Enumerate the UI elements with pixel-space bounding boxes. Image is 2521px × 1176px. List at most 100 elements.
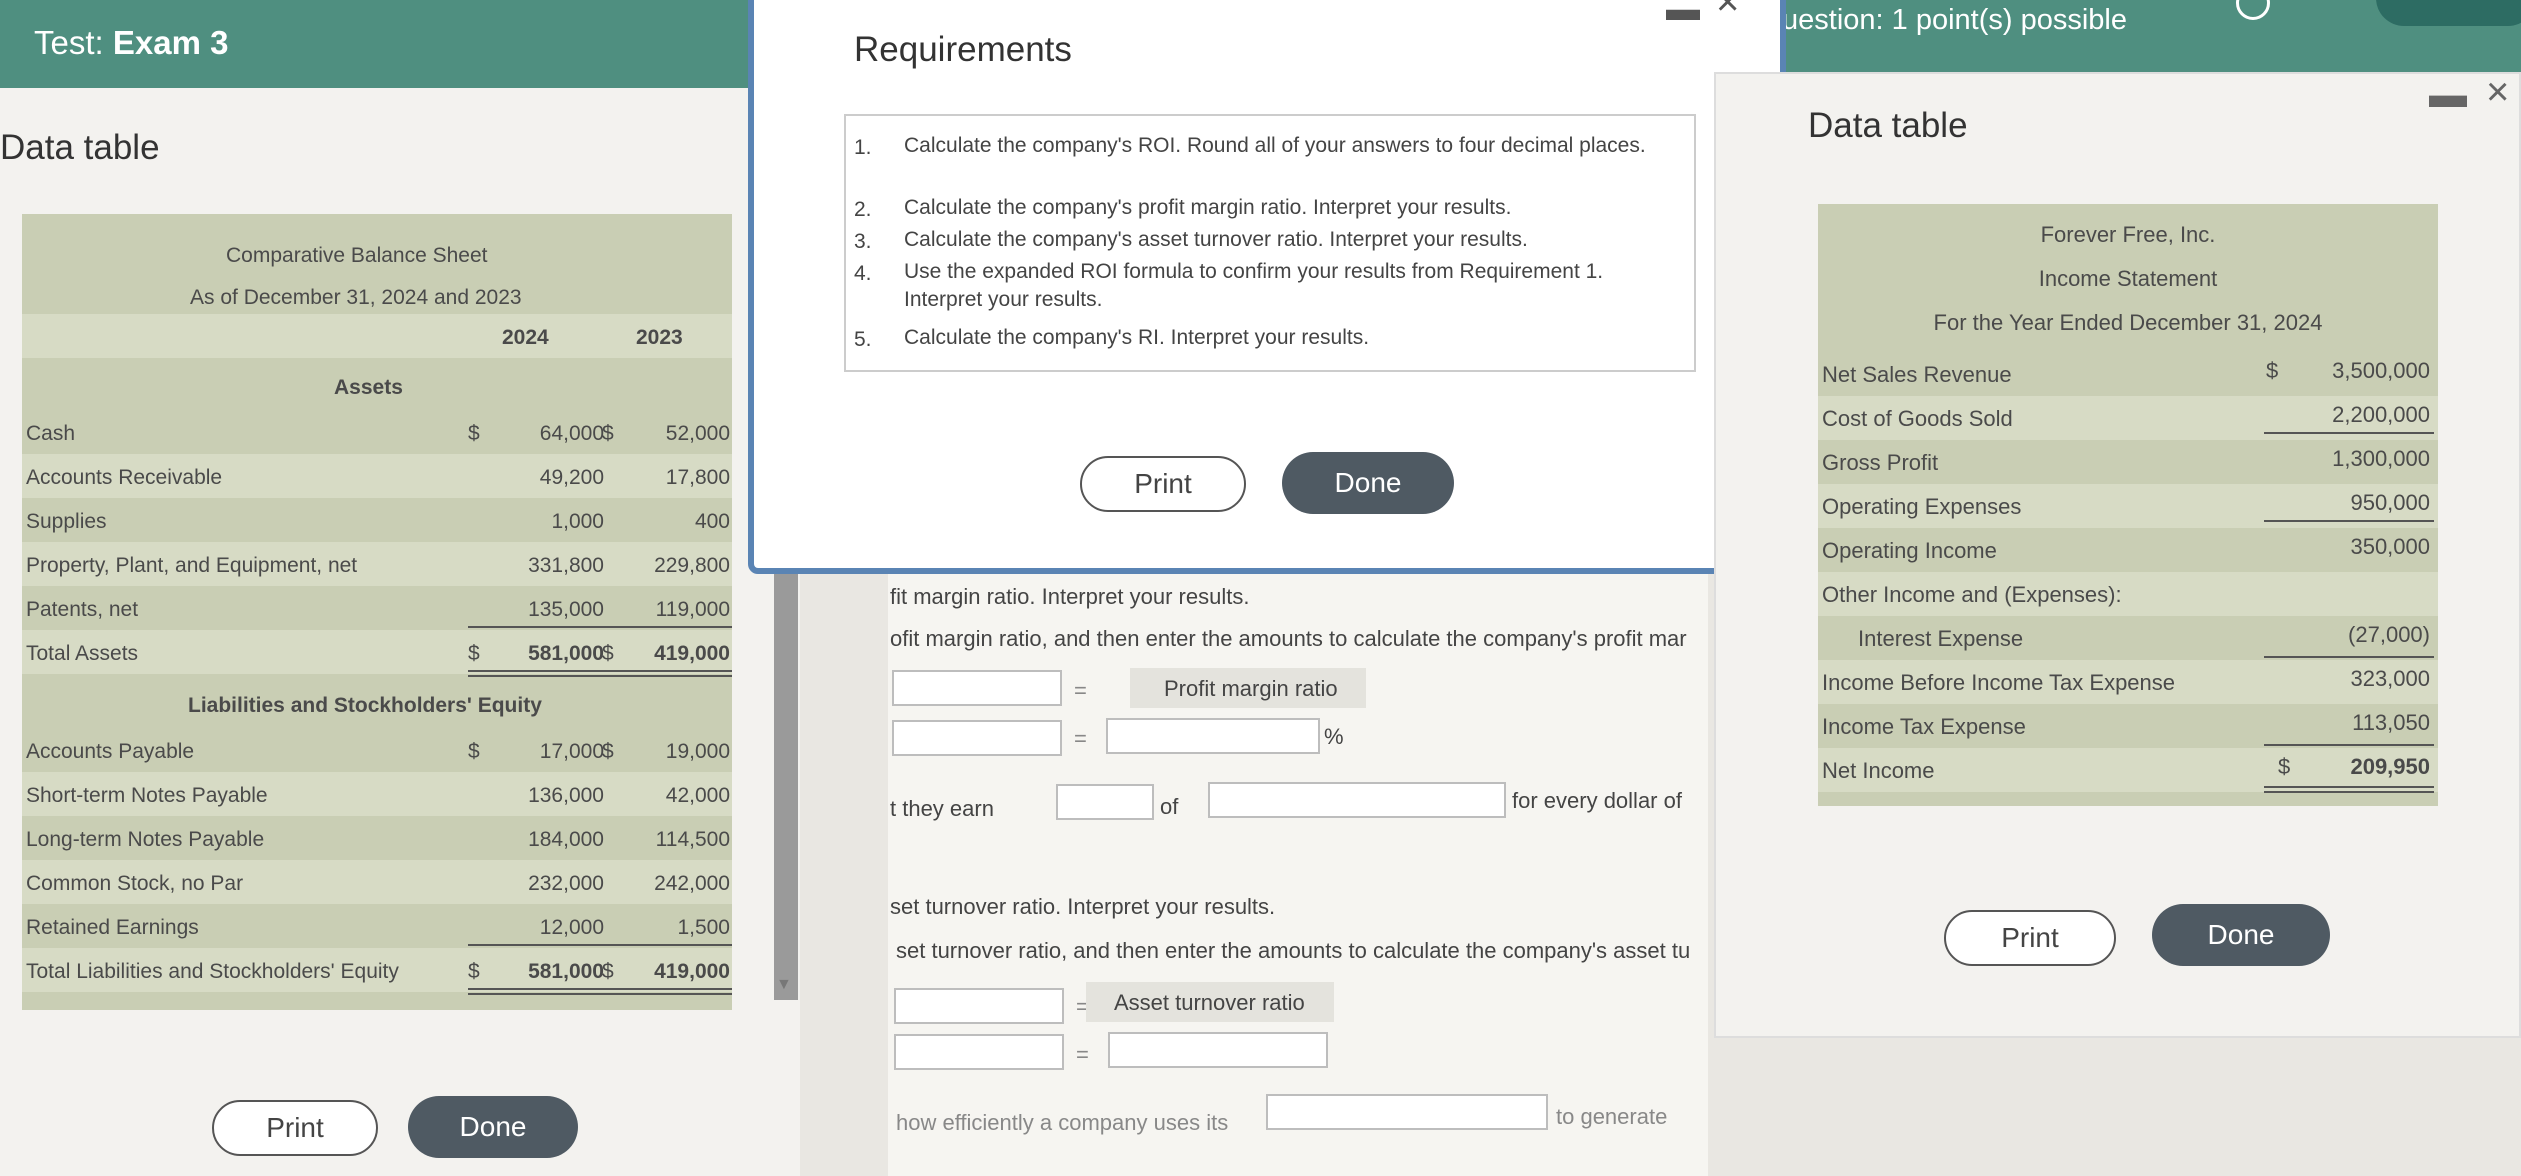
currency-sign: $ (468, 642, 480, 665)
value-2023: 19,000 (665, 740, 730, 763)
table-row: Operating Income 350,000 (1818, 528, 2438, 572)
left-panel-title: Data table (0, 128, 160, 167)
table-row: Accounts Receivable 49,200 17,800 (22, 454, 732, 498)
submit-test-button[interactable] (2376, 0, 2521, 26)
table-row: Short-term Notes Payable 136,000 42,000 (22, 772, 732, 816)
table-row: Total Assets $ 581,000 $ 419,000 (22, 630, 732, 674)
equals-sign: = (1076, 1042, 1089, 1067)
pm-enter-instruction: ofit margin ratio, and then enter the am… (890, 626, 1687, 651)
exam-name: Exam 3 (112, 24, 229, 61)
percent-sign: % (1324, 724, 1344, 749)
test-title: Test: Exam 3 (34, 24, 228, 62)
test-label: Test: (34, 24, 104, 61)
currency-sign: $ (2266, 358, 2279, 383)
requirement-item: Calculate the company's RI. Interpret yo… (904, 326, 1370, 349)
currency-sign: $ (602, 740, 614, 763)
efficiency-prefix: how efficiently a company uses its (896, 1110, 1229, 1135)
row-label: Income Tax Expense (1822, 714, 2026, 739)
subtotal-underline (468, 944, 732, 946)
close-icon[interactable]: × (2486, 70, 2509, 115)
pm-denominator-input[interactable] (892, 720, 1062, 756)
total-double-underline (2264, 791, 2434, 793)
pm-result-input[interactable] (1106, 718, 1320, 754)
table-row: Long-term Notes Payable 184,000 114,500 (22, 816, 732, 860)
value-2023: 114,500 (655, 828, 730, 851)
value-2023: 1,500 (677, 916, 730, 939)
row-label: Long-term Notes Payable (26, 828, 265, 851)
left-print-button[interactable]: Print (212, 1100, 378, 1156)
row-value: 350,000 (2350, 534, 2430, 559)
scroll-down-icon[interactable]: ▼ (776, 976, 792, 994)
value-2023: 229,800 (654, 554, 730, 577)
requirements-list: 1. Calculate the company's ROI. Round al… (844, 114, 1696, 372)
row-label: Short-term Notes Payable (26, 784, 268, 807)
subtotal-underline (2264, 656, 2434, 658)
row-value: 323,000 (2350, 666, 2430, 691)
requirements-print-button[interactable]: Print (1080, 456, 1246, 512)
right-panel-title: Data table (1808, 106, 1968, 145)
is-period: For the Year Ended December 31, 2024 (1933, 310, 2323, 335)
table-row: Supplies 1,000 400 (22, 498, 732, 542)
efficiency-select[interactable] (1266, 1094, 1548, 1130)
is-title: Income Statement (2038, 266, 2218, 291)
close-icon[interactable]: × (1716, 0, 1739, 25)
bs-subtitle: As of December 31, 2024 and 2023 (190, 286, 522, 309)
value-2024: 581,000 (528, 642, 604, 665)
row-value: 950,000 (2350, 490, 2430, 515)
row-label: Other Income and (Expenses): (1822, 582, 2122, 607)
value-2024: 331,800 (528, 554, 604, 577)
bs-col-2024: 2024 (502, 326, 549, 349)
value-2023: 17,800 (665, 466, 730, 489)
requirement-number: 2. (854, 198, 872, 221)
table-row: Income Tax Expense 113,050 (1818, 704, 2438, 748)
earn-amount-input[interactable] (1056, 784, 1154, 820)
subtotal-underline (468, 626, 732, 628)
at-result-input[interactable] (1108, 1032, 1328, 1068)
minimize-icon[interactable]: ▬ (1666, 0, 1700, 29)
total-double-underline (468, 988, 732, 990)
settings-icon[interactable] (2236, 0, 2270, 20)
currency-sign: $ (468, 960, 480, 983)
value-2024: 136,000 (528, 784, 604, 807)
equals-sign: = (1074, 726, 1087, 751)
question-content: fit margin ratio. Interpret your results… (888, 574, 1708, 1176)
value-2024: 135,000 (528, 598, 604, 621)
value-2023: 400 (694, 510, 730, 533)
row-label: Supplies (26, 510, 107, 533)
bs-title: Comparative Balance Sheet (226, 244, 488, 267)
at-formula-label: Asset turnover ratio (1086, 982, 1334, 1022)
left-done-button[interactable]: Done (408, 1096, 578, 1158)
pm-formula-label: Profit margin ratio (1130, 668, 1366, 708)
row-value: 1,300,000 (2332, 446, 2430, 471)
row-label: Net Sales Revenue (1822, 362, 2012, 387)
requirement-item: Calculate the company's ROI. Round all o… (904, 134, 1646, 157)
table-row: Property, Plant, and Equipment, net 331,… (22, 542, 732, 586)
right-print-button[interactable]: Print (1944, 910, 2116, 966)
at-denominator-input[interactable] (894, 1034, 1064, 1070)
minimize-icon[interactable]: ▬ (2429, 74, 2467, 117)
requirements-done-button[interactable]: Done (1282, 452, 1454, 514)
table-row: Retained Earnings 12,000 1,500 (22, 904, 732, 948)
row-value: (27,000) (2348, 622, 2430, 647)
currency-sign: $ (468, 422, 480, 445)
is-company: Forever Free, Inc. (2040, 222, 2216, 247)
pm-instruction: fit margin ratio. Interpret your results… (890, 584, 1250, 609)
interpret-suffix: for every dollar of (1512, 788, 1682, 813)
at-numerator-input[interactable] (894, 988, 1064, 1024)
currency-sign: $ (2278, 754, 2291, 779)
value-2023: 242,000 (654, 872, 730, 895)
earn-of-select[interactable] (1208, 782, 1506, 818)
row-label: Operating Income (1822, 538, 1997, 563)
pm-numerator-input[interactable] (892, 670, 1062, 706)
question-points: uestion: 1 point(s) possible (1782, 4, 2127, 36)
requirement-number: 3. (854, 230, 872, 253)
total-double-underline (468, 675, 732, 677)
table-row: Interest Expense (27,000) (1818, 616, 2438, 660)
value-2023: 119,000 (655, 598, 730, 621)
value-2024: 49,200 (539, 466, 604, 489)
at-enter-instruction: set turnover ratio, and then enter the a… (896, 938, 1691, 963)
table-row: Accounts Payable $ 17,000 $ 19,000 (22, 728, 732, 772)
requirement-number: 5. (854, 328, 872, 351)
row-label: Interest Expense (1858, 626, 2024, 651)
right-done-button[interactable]: Done (2152, 904, 2330, 966)
